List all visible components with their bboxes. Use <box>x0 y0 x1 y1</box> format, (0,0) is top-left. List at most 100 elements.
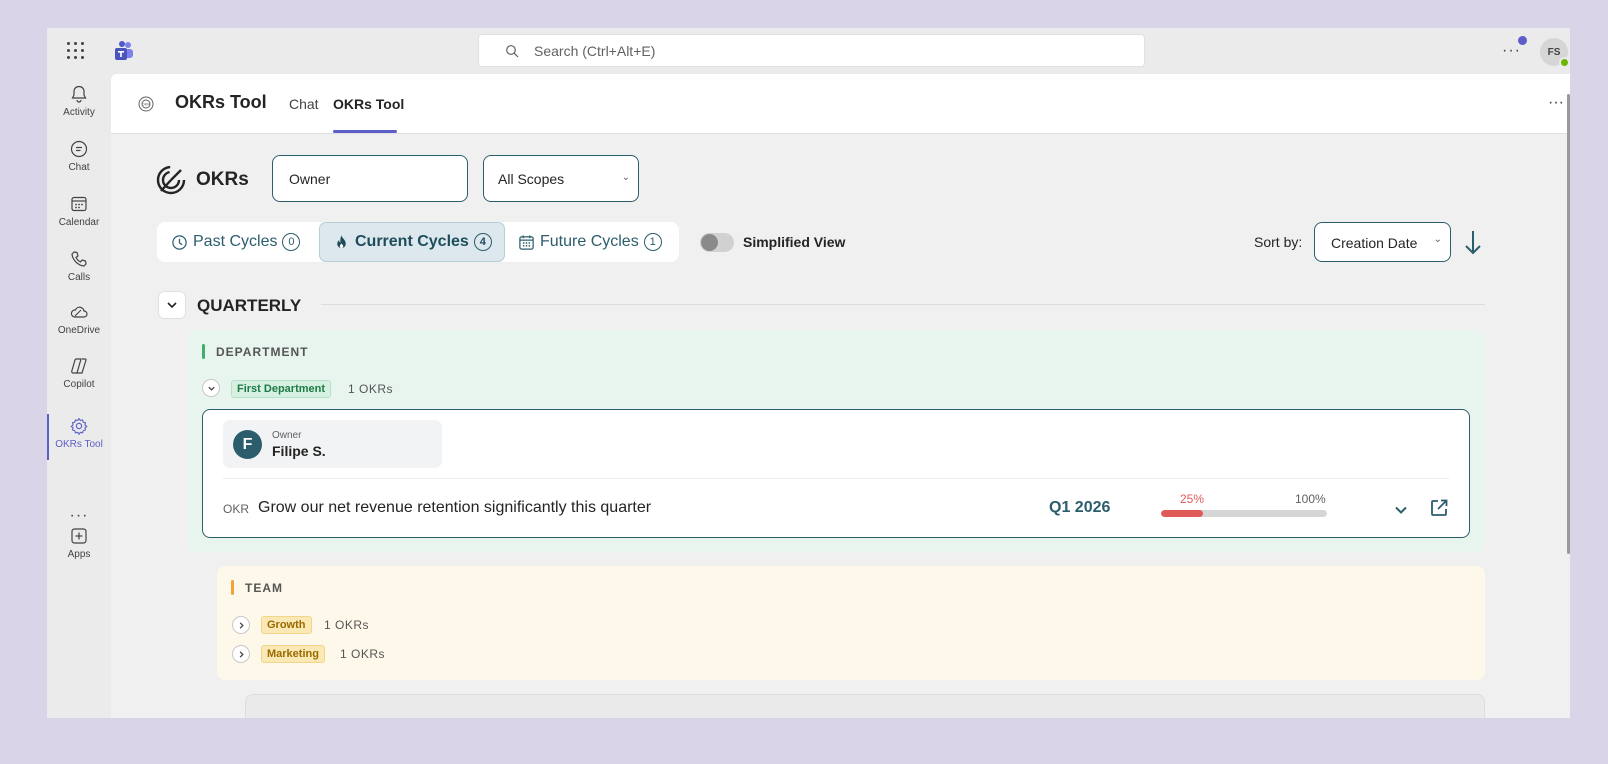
tab-current-cycles[interactable]: Current Cycles 4 <box>319 222 505 262</box>
tab-label: Future Cycles <box>540 233 639 250</box>
app-more-button[interactable]: ··· <box>1548 94 1564 112</box>
rail-item-label: Calendar <box>58 217 100 228</box>
rail-item-activity[interactable]: Activity <box>47 78 111 128</box>
open-external-icon[interactable] <box>1429 498 1449 518</box>
profile-initials: FS <box>1547 46 1561 58</box>
rail-item-apps[interactable]: Apps <box>47 520 111 570</box>
okrs-app-icon: OKR <box>138 96 154 112</box>
quarterly-collapse-button[interactable] <box>158 291 186 319</box>
add-icon <box>71 528 87 544</box>
chevron-right-icon <box>239 621 244 629</box>
app-title: OKRs Tool <box>175 92 267 112</box>
tab-label: Current Cycles <box>355 233 469 250</box>
chevron-down-icon: ⌄ <box>621 172 630 183</box>
owner-filter-placeholder: Owner <box>289 171 331 187</box>
chevron-down-icon <box>167 302 177 309</box>
notification-badge <box>1518 36 1527 45</box>
app-launcher-icon[interactable] <box>67 42 85 60</box>
next-section-panel <box>245 694 1485 718</box>
okr-cycle: Q1 2026 <box>1049 499 1111 516</box>
vertical-scrollbar[interactable] <box>1567 94 1570 554</box>
sort-select-value: Creation Date <box>1331 235 1418 251</box>
okrs-content: OKRs Owner All Scopes ⌄ Past Cycles 0 Cu… <box>111 134 1570 718</box>
app-area: OKR OKRs Tool Chat OKRs Tool ··· OKRs Ow… <box>111 74 1570 718</box>
okr-kind-label: OKR <box>223 502 250 516</box>
search-placeholder: Search (Ctrl+Alt+E) <box>534 42 656 59</box>
owner-filter-input[interactable]: Owner <box>272 155 468 202</box>
section-label: DEPARTMENT <box>216 345 309 359</box>
rail-item-label: Calls <box>67 272 91 283</box>
progress-bar <box>1161 510 1327 517</box>
calendar-icon <box>519 234 534 250</box>
rail-item-calendar[interactable]: Calendar <box>47 188 111 238</box>
profile-avatar[interactable]: FS <box>1540 38 1570 68</box>
presence-available-icon <box>1559 57 1570 68</box>
group-collapse-button[interactable] <box>202 379 220 397</box>
svg-text:OKR: OKR <box>142 102 151 107</box>
simplified-view-toggle[interactable] <box>700 233 734 252</box>
group-expand-button[interactable] <box>232 645 250 663</box>
tab-future-cycles[interactable]: Future Cycles 1 <box>518 222 662 262</box>
phone-icon <box>71 251 87 267</box>
group-okr-count: 1 OKRs <box>324 618 370 632</box>
okr-title[interactable]: Grow our net revenue retention significa… <box>258 499 651 517</box>
progress-fill <box>1161 510 1203 517</box>
tab-past-cycles[interactable]: Past Cycles 0 <box>171 222 301 262</box>
cycle-count-badge: 0 <box>282 233 301 251</box>
search-icon <box>506 44 519 57</box>
team-section: TEAM Growth 1 OKRs Marketing 1 OKRs <box>217 566 1485 680</box>
owner-name: Filipe S. <box>272 443 326 459</box>
scope-select-value: All Scopes <box>498 171 565 187</box>
title-bar: Search (Ctrl+Alt+E) ··· FS <box>47 28 1570 74</box>
card-divider <box>223 478 1449 479</box>
rail-item-label: Chat <box>68 162 90 173</box>
rail-item-onedrive[interactable]: OneDrive <box>47 296 111 346</box>
group-tag-marketing[interactable]: Marketing <box>261 645 325 663</box>
rail-item-label: Apps <box>67 549 91 560</box>
calendar-icon <box>71 196 87 212</box>
app-header: OKR OKRs Tool Chat OKRs Tool ··· <box>111 74 1570 134</box>
flame-icon <box>337 234 346 248</box>
avatar: F <box>233 430 262 459</box>
department-section: DEPARTMENT First Department 1 OKRs F Own… <box>188 330 1485 552</box>
cycle-tabs: Past Cycles 0 Current Cycles 4 Future Cy… <box>157 222 679 262</box>
section-label: TEAM <box>245 581 283 595</box>
rail-item-calls[interactable]: Calls <box>47 243 111 293</box>
group-okr-count: 1 OKRs <box>348 382 394 396</box>
progress-percent: 25% <box>1180 492 1205 506</box>
okrs-target-icon <box>156 165 186 195</box>
tab-chat[interactable]: Chat <box>289 96 319 112</box>
group-tag-growth[interactable]: Growth <box>261 616 312 634</box>
chevron-down-icon: ⌄ <box>1433 234 1442 245</box>
scope-select[interactable]: All Scopes ⌄ <box>483 155 639 202</box>
cycle-count-badge: 4 <box>473 233 492 251</box>
teams-logo-icon <box>115 41 133 60</box>
group-tag[interactable]: First Department <box>231 380 332 398</box>
tab-okrs-tool[interactable]: OKRs Tool <box>333 96 404 112</box>
quarterly-heading: QUARTERLY <box>197 296 302 315</box>
active-tab-indicator <box>333 130 397 133</box>
app-rail: Activity Chat Calendar Calls OneDrive Co… <box>47 74 111 718</box>
bell-icon <box>71 85 87 103</box>
copilot-icon <box>71 358 87 374</box>
more-options-button[interactable]: ··· <box>1502 42 1521 60</box>
rail-item-okrs-tool[interactable]: OKRs Tool <box>47 410 111 460</box>
okr-card[interactable]: F Owner Filipe S. OKR Grow our net reven… <box>202 409 1470 538</box>
search-input[interactable]: Search (Ctrl+Alt+E) <box>478 34 1145 67</box>
owner-box: F Owner Filipe S. <box>223 420 442 468</box>
expand-chevron-down-icon[interactable] <box>1393 502 1409 518</box>
progress-max: 100% <box>1295 492 1326 506</box>
rail-item-label: OKRs Tool <box>55 439 103 450</box>
gear-icon <box>70 417 88 435</box>
section-accent-bar <box>202 344 205 359</box>
simplified-view-label: Simplified View <box>743 234 846 250</box>
group-expand-button[interactable] <box>232 616 250 634</box>
rail-item-copilot[interactable]: Copilot <box>47 350 111 400</box>
section-divider <box>321 304 1485 305</box>
rail-item-chat[interactable]: Chat <box>47 133 111 183</box>
rail-item-label: OneDrive <box>57 325 101 336</box>
chat-icon <box>70 140 88 158</box>
sort-select[interactable]: Creation Date ⌄ <box>1314 222 1451 262</box>
sort-direction-arrow-down-icon[interactable] <box>1463 228 1483 256</box>
section-accent-bar <box>231 580 234 595</box>
